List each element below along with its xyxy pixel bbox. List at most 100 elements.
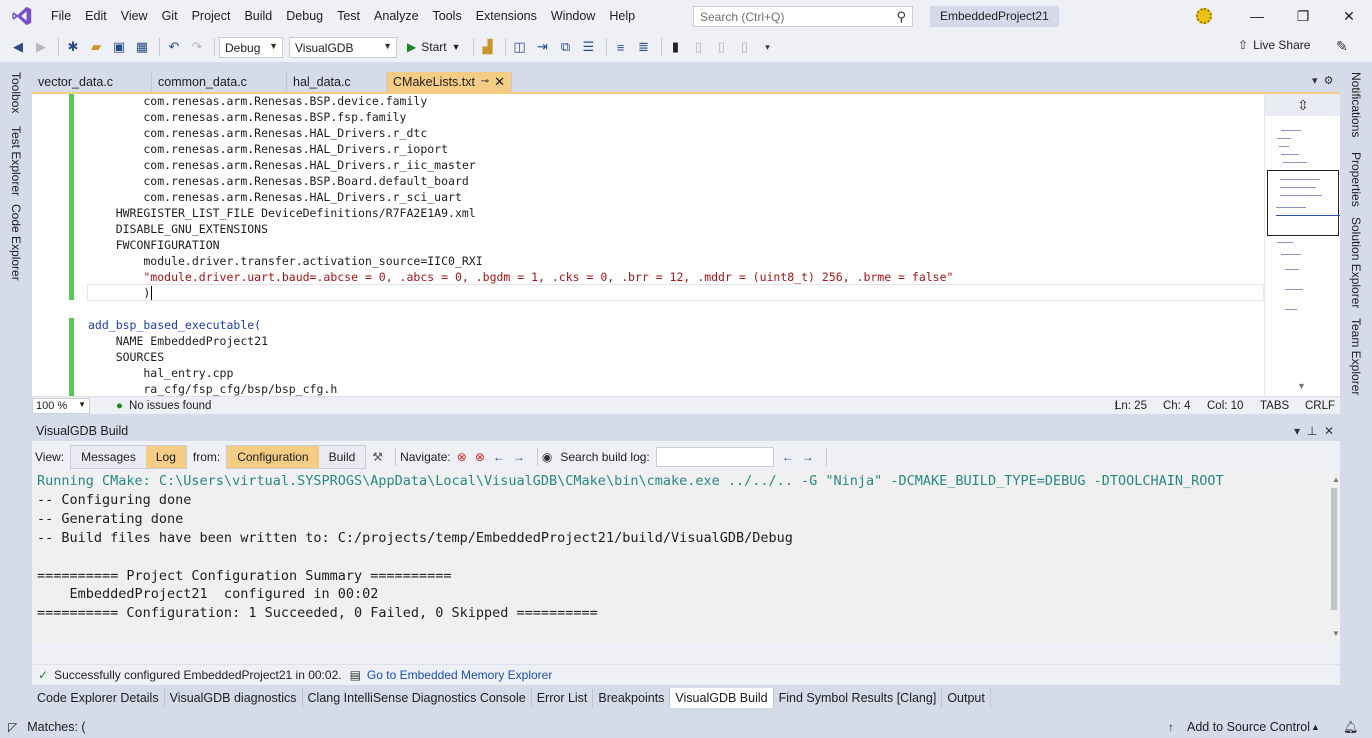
- search-input[interactable]: Search (Ctrl+Q) ⚲: [693, 6, 913, 27]
- side-tab-solution-explorer[interactable]: Solution Explorer: [1349, 217, 1363, 308]
- close-icon[interactable]: ✕: [494, 72, 505, 92]
- notification-bell-icon[interactable]: 🔔︎: [1343, 720, 1358, 734]
- menu-tools[interactable]: Tools: [426, 0, 469, 32]
- minimap-viewport[interactable]: [1267, 170, 1340, 236]
- save-all-icon[interactable]: ▦: [132, 37, 152, 57]
- issues-status[interactable]: No issues found: [129, 400, 211, 412]
- from-configuration-button[interactable]: Configuration: [227, 446, 319, 468]
- side-tab-properties[interactable]: Properties: [1349, 152, 1363, 207]
- menu-edit[interactable]: Edit: [78, 0, 114, 32]
- tab-clang-intellisense-console[interactable]: Clang IntelliSense Diagnostics Console: [303, 688, 532, 708]
- scroll-down-icon[interactable]: ▼: [1297, 381, 1306, 391]
- view-messages-button[interactable]: Messages: [71, 446, 146, 468]
- tab-breakpoints[interactable]: Breakpoints: [593, 688, 671, 708]
- log-scrollbar[interactable]: [1328, 472, 1340, 644]
- search-build-log-input[interactable]: [655, 447, 774, 467]
- toolbar-overflow-icon[interactable]: ▾: [758, 37, 778, 57]
- open-in-icon[interactable]: ⧉: [556, 37, 576, 57]
- restore-icon[interactable]: ❐: [1280, 0, 1326, 32]
- tab-visualgdb-build[interactable]: VisualGDB Build: [670, 688, 774, 708]
- tab-visualgdb-diagnostics[interactable]: VisualGDB diagnostics: [165, 688, 303, 708]
- scroll-up-icon[interactable]: ▲: [1332, 475, 1340, 484]
- next-bookmark-icon[interactable]: ▯: [712, 37, 732, 57]
- tab-vector-data[interactable]: vector_data.c: [32, 72, 152, 92]
- platform-select[interactable]: VisualGDB ▼: [289, 36, 397, 58]
- menu-view[interactable]: View: [114, 0, 155, 32]
- redo-icon[interactable]: ↷: [187, 37, 207, 57]
- live-share-button[interactable]: ⇧ Live Share: [1238, 38, 1310, 52]
- memory-explorer-link[interactable]: ▤ Go to Embedded Memory Explorer: [350, 668, 553, 682]
- tab-output[interactable]: Output: [942, 688, 991, 708]
- clear-bookmarks-icon[interactable]: ▯: [735, 37, 755, 57]
- comment-icon[interactable]: ≡: [611, 37, 631, 57]
- palette-icon[interactable]: ◉: [542, 450, 552, 464]
- back-icon[interactable]: ◀: [8, 37, 28, 57]
- list-icon[interactable]: ☰: [579, 37, 599, 57]
- prev-bookmark-icon[interactable]: ▯: [689, 37, 709, 57]
- editor-minimap-scrollbar[interactable]: ⇳ ▼: [1264, 94, 1340, 396]
- attach-icon[interactable]: ▟: [478, 37, 498, 57]
- step-icon[interactable]: ⇥: [533, 37, 553, 57]
- side-tab-code-explorer[interactable]: Code Explorer: [9, 204, 23, 281]
- tab-error-list[interactable]: Error List: [532, 688, 594, 708]
- minimize-icon[interactable]: —: [1234, 0, 1280, 32]
- from-build-button[interactable]: Build: [318, 446, 366, 468]
- menu-file[interactable]: File: [44, 0, 78, 32]
- menu-test[interactable]: Test: [330, 0, 367, 32]
- side-tab-test-explorer[interactable]: Test Explorer: [9, 126, 23, 196]
- arrow-left-icon[interactable]: ←: [493, 450, 505, 464]
- next-error-icon[interactable]: ⊗: [475, 450, 485, 464]
- screenshot-icon[interactable]: ◫: [510, 37, 530, 57]
- view-log-button[interactable]: Log: [145, 446, 186, 468]
- split-window-icon[interactable]: ⇳: [1265, 94, 1340, 116]
- log-scrollbar-thumb[interactable]: [1331, 488, 1337, 610]
- forward-icon[interactable]: ▶: [31, 37, 51, 57]
- feedback-icon[interactable]: ✎: [1336, 38, 1348, 55]
- prev-error-icon[interactable]: ⊗: [457, 450, 467, 464]
- menu-build[interactable]: Build: [237, 0, 279, 32]
- new-project-icon[interactable]: ✱: [63, 37, 83, 57]
- save-icon[interactable]: ▣: [109, 37, 129, 57]
- build-log[interactable]: Running CMake: C:\Users\virtual.SYSPROGS…: [32, 472, 1328, 644]
- configuration-select[interactable]: Debug ▼: [219, 36, 283, 58]
- add-to-source-control-button[interactable]: Add to Source Control: [1187, 720, 1310, 734]
- code-editor[interactable]: com.renesas.arm.Renesas.BSP.device.famil…: [32, 94, 1340, 396]
- code-area[interactable]: com.renesas.arm.Renesas.BSP.device.famil…: [32, 94, 1264, 396]
- side-tab-toolbox[interactable]: Toolbox: [9, 72, 23, 113]
- zoom-select[interactable]: 100 % ▼: [32, 397, 90, 414]
- search-next-icon[interactable]: →: [802, 450, 814, 464]
- uncomment-icon[interactable]: ≣: [634, 37, 654, 57]
- undo-icon[interactable]: ↶: [164, 37, 184, 57]
- close-window-icon[interactable]: ✕: [1326, 0, 1372, 32]
- side-tab-notifications[interactable]: Notifications: [1349, 72, 1363, 137]
- code-line: module.driver.transfer.activation_source…: [88, 254, 483, 268]
- pane-window-icons[interactable]: ▾ ⊥ ✕: [1294, 421, 1334, 441]
- tools-icon[interactable]: ⚒: [372, 450, 383, 464]
- start-debugging-button[interactable]: ▶ Start ▼: [407, 40, 461, 54]
- indent-mode[interactable]: TABS: [1260, 400, 1289, 412]
- menu-project[interactable]: Project: [185, 0, 238, 32]
- notification-bulb-icon[interactable]: [1196, 8, 1212, 24]
- menu-extensions[interactable]: Extensions: [469, 0, 544, 32]
- tab-common-data[interactable]: common_data.c: [152, 72, 287, 92]
- tab-hal-data[interactable]: hal_data.c: [287, 72, 387, 92]
- search-prev-icon[interactable]: ←: [782, 450, 794, 464]
- side-tab-team-explorer[interactable]: Team Explorer: [1349, 318, 1363, 395]
- bookmark-icon[interactable]: ▮: [666, 37, 686, 57]
- scroll-down-icon[interactable]: ▼: [1332, 629, 1340, 638]
- tab-code-explorer-details[interactable]: Code Explorer Details: [32, 688, 165, 708]
- line-ending[interactable]: CRLF: [1305, 400, 1335, 412]
- menu-analyze[interactable]: Analyze: [367, 0, 425, 32]
- rectangle-select-icon[interactable]: ◸: [8, 720, 17, 734]
- menu-window[interactable]: Window: [544, 0, 602, 32]
- open-folder-icon[interactable]: ▰: [86, 37, 106, 57]
- tab-overflow-icon[interactable]: ▾ ⚙: [1312, 74, 1334, 87]
- tab-find-symbol-results[interactable]: Find Symbol Results [Clang]: [774, 688, 943, 708]
- tab-cmakelists[interactable]: CMakeLists.txt ⊸ ✕: [387, 72, 512, 92]
- arrow-right-icon[interactable]: →: [513, 450, 525, 464]
- pin-icon[interactable]: ⊸: [481, 72, 489, 92]
- menu-debug[interactable]: Debug: [279, 0, 330, 32]
- menu-git[interactable]: Git: [155, 0, 185, 32]
- menu-help[interactable]: Help: [602, 0, 642, 32]
- chevron-up-icon[interactable]: ▲: [1311, 722, 1320, 732]
